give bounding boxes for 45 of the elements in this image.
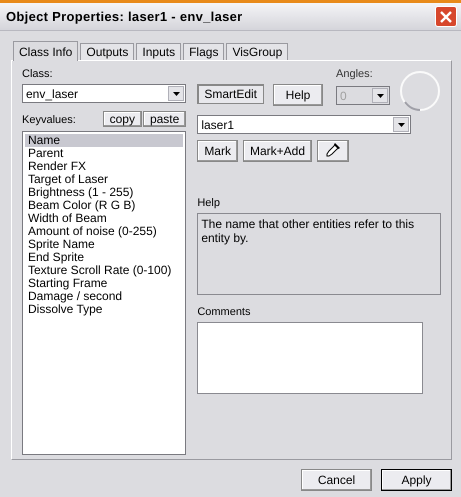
clipboard-button[interactable]: paste bbox=[142, 111, 186, 127]
eyedropper-icon bbox=[325, 142, 342, 158]
class-dropdown[interactable]: env_laser bbox=[22, 84, 186, 103]
eyedropper-button[interactable] bbox=[317, 140, 350, 162]
clipboard-button[interactable]: copy bbox=[102, 111, 142, 127]
tab[interactable]: Inputs bbox=[136, 43, 182, 60]
value-dropdown[interactable]: laser1 bbox=[197, 115, 412, 134]
tab[interactable]: Class Info bbox=[13, 41, 78, 61]
list-item[interactable]: Beam Color (R G B) bbox=[25, 199, 184, 212]
help-button[interactable]: Help bbox=[273, 84, 323, 106]
mark-button[interactable]: Mark+Add bbox=[242, 140, 312, 162]
list-item[interactable]: Starting Frame bbox=[25, 277, 184, 290]
close-button[interactable] bbox=[435, 6, 457, 27]
comments-field[interactable] bbox=[197, 322, 424, 394]
help-text: The name that other entities refer to this entity by. bbox=[197, 213, 441, 295]
list-item[interactable]: Name bbox=[25, 134, 184, 147]
footer-button[interactable]: Cancel bbox=[301, 469, 372, 491]
tab[interactable]: VisGroup bbox=[226, 43, 288, 60]
list-item[interactable]: Dissolve Type bbox=[25, 303, 184, 316]
list-item[interactable]: Brightness (1 - 255) bbox=[25, 186, 184, 199]
list-item[interactable]: End Sprite bbox=[25, 251, 184, 264]
list-item[interactable]: Sprite Name bbox=[25, 238, 184, 251]
tab[interactable]: Flags bbox=[183, 43, 224, 60]
list-item[interactable]: Amount of noise (0-255) bbox=[25, 225, 184, 238]
list-item[interactable]: Parent bbox=[25, 147, 184, 160]
keyvalues-label: Keyvalues: bbox=[22, 114, 76, 127]
angles-label: Angles: bbox=[336, 68, 374, 81]
help-label: Help bbox=[197, 197, 221, 210]
smart-edit-button[interactable]: SmartEdit bbox=[197, 84, 264, 104]
list-item[interactable]: Width of Beam bbox=[25, 212, 184, 225]
footer-button[interactable]: Apply bbox=[381, 469, 452, 491]
window-title: Object Properties: laser1 - env_laser bbox=[6, 9, 243, 24]
tab[interactable]: Outputs bbox=[80, 43, 134, 60]
dropdown-arrow-icon bbox=[172, 92, 180, 96]
mark-button[interactable]: Mark bbox=[197, 140, 238, 162]
list-item[interactable]: Texture Scroll Rate (0-100) bbox=[25, 264, 184, 277]
class-label: Class: bbox=[22, 68, 54, 81]
list-item[interactable]: Render FX bbox=[25, 160, 184, 173]
dropdown-arrow-icon bbox=[376, 94, 384, 98]
comments-label: Comments bbox=[197, 306, 252, 319]
list-item[interactable]: Damage / second bbox=[25, 290, 184, 303]
list-item[interactable]: Target of Laser bbox=[25, 173, 184, 186]
close-icon bbox=[440, 10, 452, 22]
angle-dial-icon bbox=[399, 70, 441, 112]
dropdown-arrow-icon bbox=[398, 122, 405, 126]
